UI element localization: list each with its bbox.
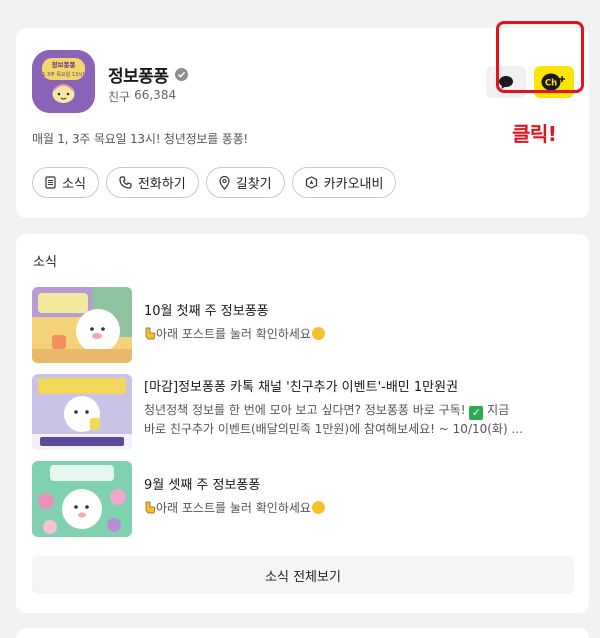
news-item-title: 9월 셋째 주 정보퐁퐁 bbox=[144, 478, 261, 493]
news-item-subtitle: 아래 포스트를 눌러 확인하세요 bbox=[144, 325, 574, 344]
kakaonavi-chip-label: 카카오내비 bbox=[323, 177, 384, 192]
news-item-excerpt: 청년정책 정보를 한 번에 모아 보고 싶다면? 정보퐁퐁 바로 구독! ✓ 지… bbox=[144, 403, 510, 420]
avatar-text-mid: 1·3주 목요일 13시! bbox=[42, 71, 85, 78]
news-text: [마감]정보퐁퐁 카톡 채널 '친구추가 이벤트'-배민 1만원권 청년정책 정… bbox=[144, 374, 574, 439]
news-thumbnail bbox=[32, 461, 132, 537]
friends-count: 66,384 bbox=[134, 88, 177, 102]
pointing-hand-icon bbox=[145, 327, 156, 340]
highlight-box bbox=[496, 21, 584, 93]
news-text: 10월 첫째 주 정보퐁퐁 아래 포스트를 눌러 확인하세요 bbox=[144, 287, 574, 344]
call-chip-button[interactable]: 전화하기 bbox=[105, 167, 199, 198]
friends-count-row: 친구 66,384 bbox=[108, 88, 176, 105]
news-item-excerpt-line2: 바로 친구추가 이벤트(배달의민족 1만원)에 참여해보세요! ~ 10/10(… bbox=[144, 422, 523, 436]
smile-emoji-icon bbox=[311, 327, 325, 340]
channel-name-row: 정보퐁퐁 bbox=[108, 62, 188, 87]
checkmark-icon: ✓ bbox=[469, 406, 484, 420]
news-item-title: 10월 첫째 주 정보퐁퐁 bbox=[144, 304, 269, 319]
next-card bbox=[16, 628, 589, 638]
news-thumbnail bbox=[32, 287, 132, 363]
news-section-title: 소식 bbox=[33, 255, 57, 270]
news-item-subtitle: 아래 포스트를 눌러 확인하세요 bbox=[144, 499, 574, 518]
news-item[interactable]: 10월 첫째 주 정보퐁퐁 아래 포스트를 눌러 확인하세요 bbox=[32, 287, 577, 363]
news-thumbnail bbox=[32, 374, 132, 450]
news-item-title: [마감]정보퐁퐁 카톡 채널 '친구추가 이벤트'-배민 1만원권 bbox=[144, 380, 459, 395]
phone-icon bbox=[119, 176, 132, 189]
document-icon bbox=[45, 176, 56, 189]
call-chip-label: 전화하기 bbox=[137, 177, 186, 192]
click-annotation: 클릭! bbox=[512, 122, 557, 146]
friends-label: 친구 bbox=[108, 90, 131, 104]
pointing-hand-icon bbox=[145, 501, 156, 514]
verified-badge-icon bbox=[174, 68, 188, 81]
avatar-text-top: 정보퐁퐁 bbox=[52, 60, 76, 69]
action-buttons: 소식 전화하기 길찾기 카카오내비 bbox=[32, 167, 397, 198]
smile-emoji-icon bbox=[311, 501, 325, 514]
channel-description: 매월 1, 3주 목요일 13시! 청년정보를 퐁퐁! bbox=[32, 132, 249, 146]
view-all-news-button[interactable]: 소식 전체보기 bbox=[32, 556, 574, 594]
location-pin-icon bbox=[219, 175, 230, 190]
channel-avatar[interactable]: 정보퐁퐁 1·3주 목요일 13시! bbox=[32, 50, 95, 113]
news-text: 9월 셋째 주 정보퐁퐁 아래 포스트를 눌러 확인하세요 bbox=[144, 461, 574, 518]
news-chip-button[interactable]: 소식 bbox=[32, 167, 99, 198]
news-card: 소식 10월 첫째 주 정보퐁퐁 아래 포스트를 눌러 확인하세요 [마감]정보… bbox=[16, 234, 589, 613]
directions-chip-button[interactable]: 길찾기 bbox=[205, 167, 285, 198]
navi-icon bbox=[305, 176, 317, 189]
channel-name: 정보퐁퐁 bbox=[108, 67, 169, 87]
directions-chip-label: 길찾기 bbox=[235, 177, 272, 192]
news-item[interactable]: [마감]정보퐁퐁 카톡 채널 '친구추가 이벤트'-배민 1만원권 청년정책 정… bbox=[32, 374, 577, 450]
kakaonavi-chip-button[interactable]: 카카오내비 bbox=[291, 167, 397, 198]
news-item[interactable]: 9월 셋째 주 정보퐁퐁 아래 포스트를 눌러 확인하세요 bbox=[32, 461, 577, 537]
news-chip-label: 소식 bbox=[62, 177, 86, 192]
